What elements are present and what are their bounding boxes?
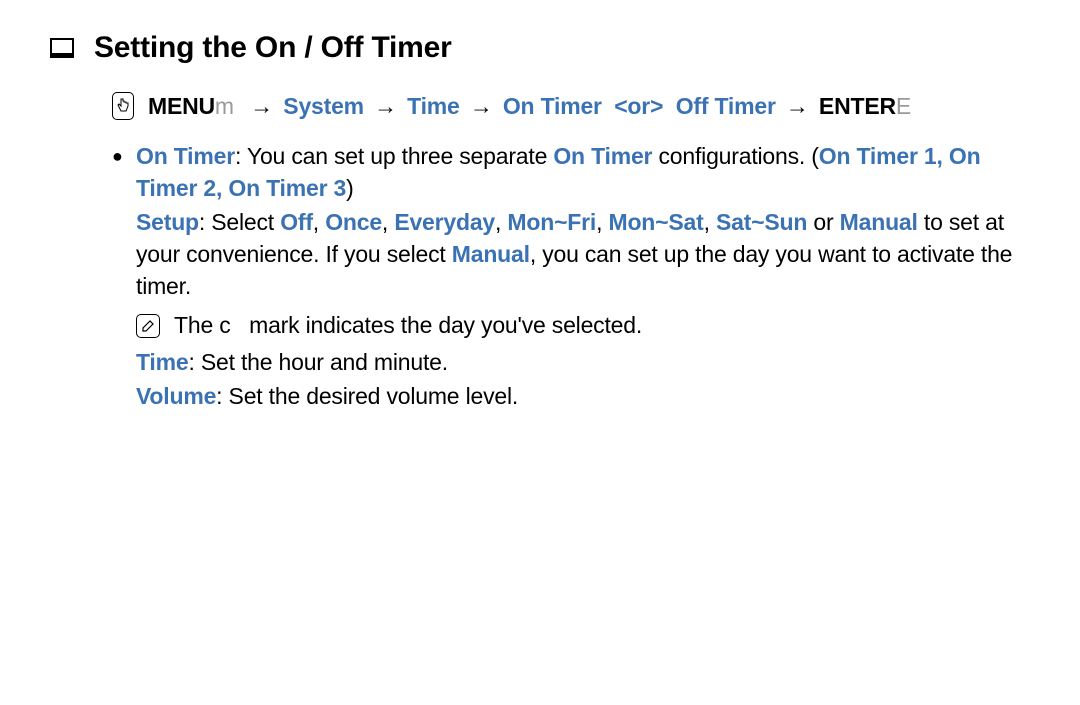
setup-label: Setup [136,209,199,235]
note-c: c [219,312,230,338]
opt-off: Off [280,209,313,235]
on-timer-label: On Timer [136,143,235,169]
nav-time: Time [407,93,459,119]
time-label: Time [136,349,188,375]
volume-line: Volume: Set the desired volume level. [136,380,1030,412]
section-heading: Setting the On / Off Timer [94,28,452,69]
time-line: Time: Set the hour and minute. [136,346,1030,378]
opt-monfri: Mon~Fri [507,209,596,235]
on-timer-line: On Timer: You can set up three separate … [136,140,1030,204]
bullet-dot: ● [112,140,136,414]
on-timer-3: On Timer 3 [228,175,346,201]
opt-once: Once [325,209,382,235]
arrow-icon: → [246,93,277,119]
menu-label: MENU [148,93,215,119]
hand-icon [116,97,130,115]
setup-line: Setup: Select Off, Once, Everyday, Mon~F… [136,206,1030,303]
touch-icon [112,92,134,120]
opt-monsat: Mon~Sat [608,209,703,235]
section-icon [50,38,74,58]
bullet-item: ● On Timer: You can set up three separat… [112,140,1030,414]
enter-suffix: E [896,93,911,119]
arrow-icon: → [782,93,813,119]
bullet-content: On Timer: You can set up three separate … [136,140,1030,414]
enter-label: ENTER [819,93,896,119]
opt-satsun: Sat~Sun [716,209,807,235]
note-row: The c mark indicates the day you've sele… [136,310,1030,341]
pencil-icon [140,318,156,334]
nav-system: System [283,93,364,119]
nav-ontimer: On Timer [503,93,602,119]
opt-manual: Manual [840,209,918,235]
nav-offtimer: Off Timer [676,93,776,119]
arrow-icon: → [370,93,401,119]
opt-manual2: Manual [452,241,530,267]
on-timer-1: On Timer 1 [819,143,937,169]
note-icon [136,314,160,338]
opt-everyday: Everyday [394,209,495,235]
nav-or: <or> [608,93,669,119]
arrow-icon: → [466,93,497,119]
nav-text: MENUm → System → Time → On Timer <or> Of… [148,91,911,122]
on-timer-label2: On Timer [553,143,652,169]
section-heading-row: Setting the On / Off Timer [50,28,1030,69]
navigation-path: MENUm → System → Time → On Timer <or> Of… [112,91,1030,122]
menu-suffix: m [215,93,234,119]
volume-label: Volume [136,383,216,409]
note-text: The c mark indicates the day you've sele… [174,310,642,341]
